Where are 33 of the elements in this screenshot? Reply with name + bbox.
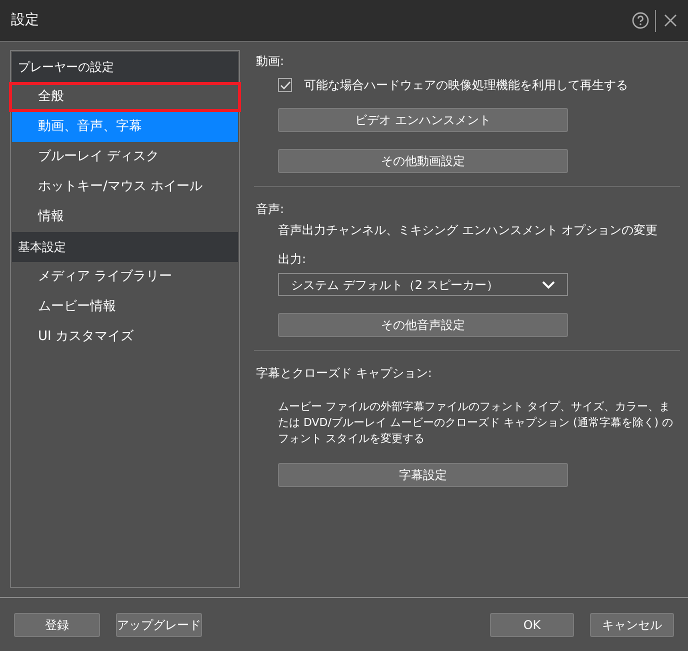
footer-button[interactable]: 登録 [14, 612, 100, 636]
dropdown-value: システム デフォルト（2 スピーカー） [291, 276, 498, 294]
section-heading: 音声: [256, 201, 286, 218]
section-heading: 字幕とクローズド キャプション: [256, 365, 433, 382]
subtitle-settings-button[interactable]: 字幕設定 [278, 463, 568, 487]
sidebar-group-header: 基本設定 [12, 232, 238, 262]
checkbox[interactable] [278, 78, 292, 92]
field-label: 出力: [278, 251, 308, 268]
video-enhancement-button[interactable]: ビデオ エンハンスメント [278, 108, 568, 132]
sidebar-item[interactable]: 動画、音声、字幕 [12, 112, 238, 142]
section-heading: 動画: [256, 53, 286, 70]
sidebar-item[interactable]: UI カスタマイズ [12, 322, 238, 352]
sidebar-item[interactable]: メディア ライブラリー [12, 262, 238, 292]
chevron-down-icon [542, 280, 555, 288]
footer-button[interactable]: OK [490, 612, 574, 636]
output-dropdown[interactable]: システム デフォルト（2 スピーカー） [278, 273, 568, 296]
window-title: 設定 [11, 11, 39, 30]
more-video-settings-button[interactable]: その他動画設定 [278, 149, 568, 173]
sidebar-item[interactable]: ムービー情報 [12, 292, 238, 322]
check-icon [280, 80, 290, 90]
help-icon[interactable] [632, 12, 649, 29]
more-audio-settings-button[interactable]: その他音声設定 [278, 313, 568, 337]
sidebar-item[interactable]: ホットキー/マウス ホイール [12, 172, 238, 202]
sidebar-item[interactable]: 全般 [9, 82, 241, 112]
close-icon[interactable] [664, 14, 677, 27]
footer-button[interactable]: キャンセル [590, 612, 674, 636]
section-description: ムービー ファイルの外部字幕ファイルのフォント タイプ、サイズ、カラー、または DVD/ブルーレイ ムービーのクローズド キャプション (通常字幕を除く) のフォント スタイルを変更する [278, 399, 674, 447]
footer-button[interactable]: アップグレード [116, 612, 202, 636]
sidebar-group-header: プレーヤーの設定 [12, 52, 238, 82]
sidebar-item[interactable]: 情報 [12, 202, 238, 232]
checkbox-label: 可能な場合ハードウェアの映像処理機能を利用して再生する [304, 77, 628, 94]
sidebar-item[interactable]: ブルーレイ ディスク [12, 142, 238, 172]
section-description: 音声出力チャンネル、ミキシング エンハンスメント オプションの変更 [278, 222, 659, 239]
